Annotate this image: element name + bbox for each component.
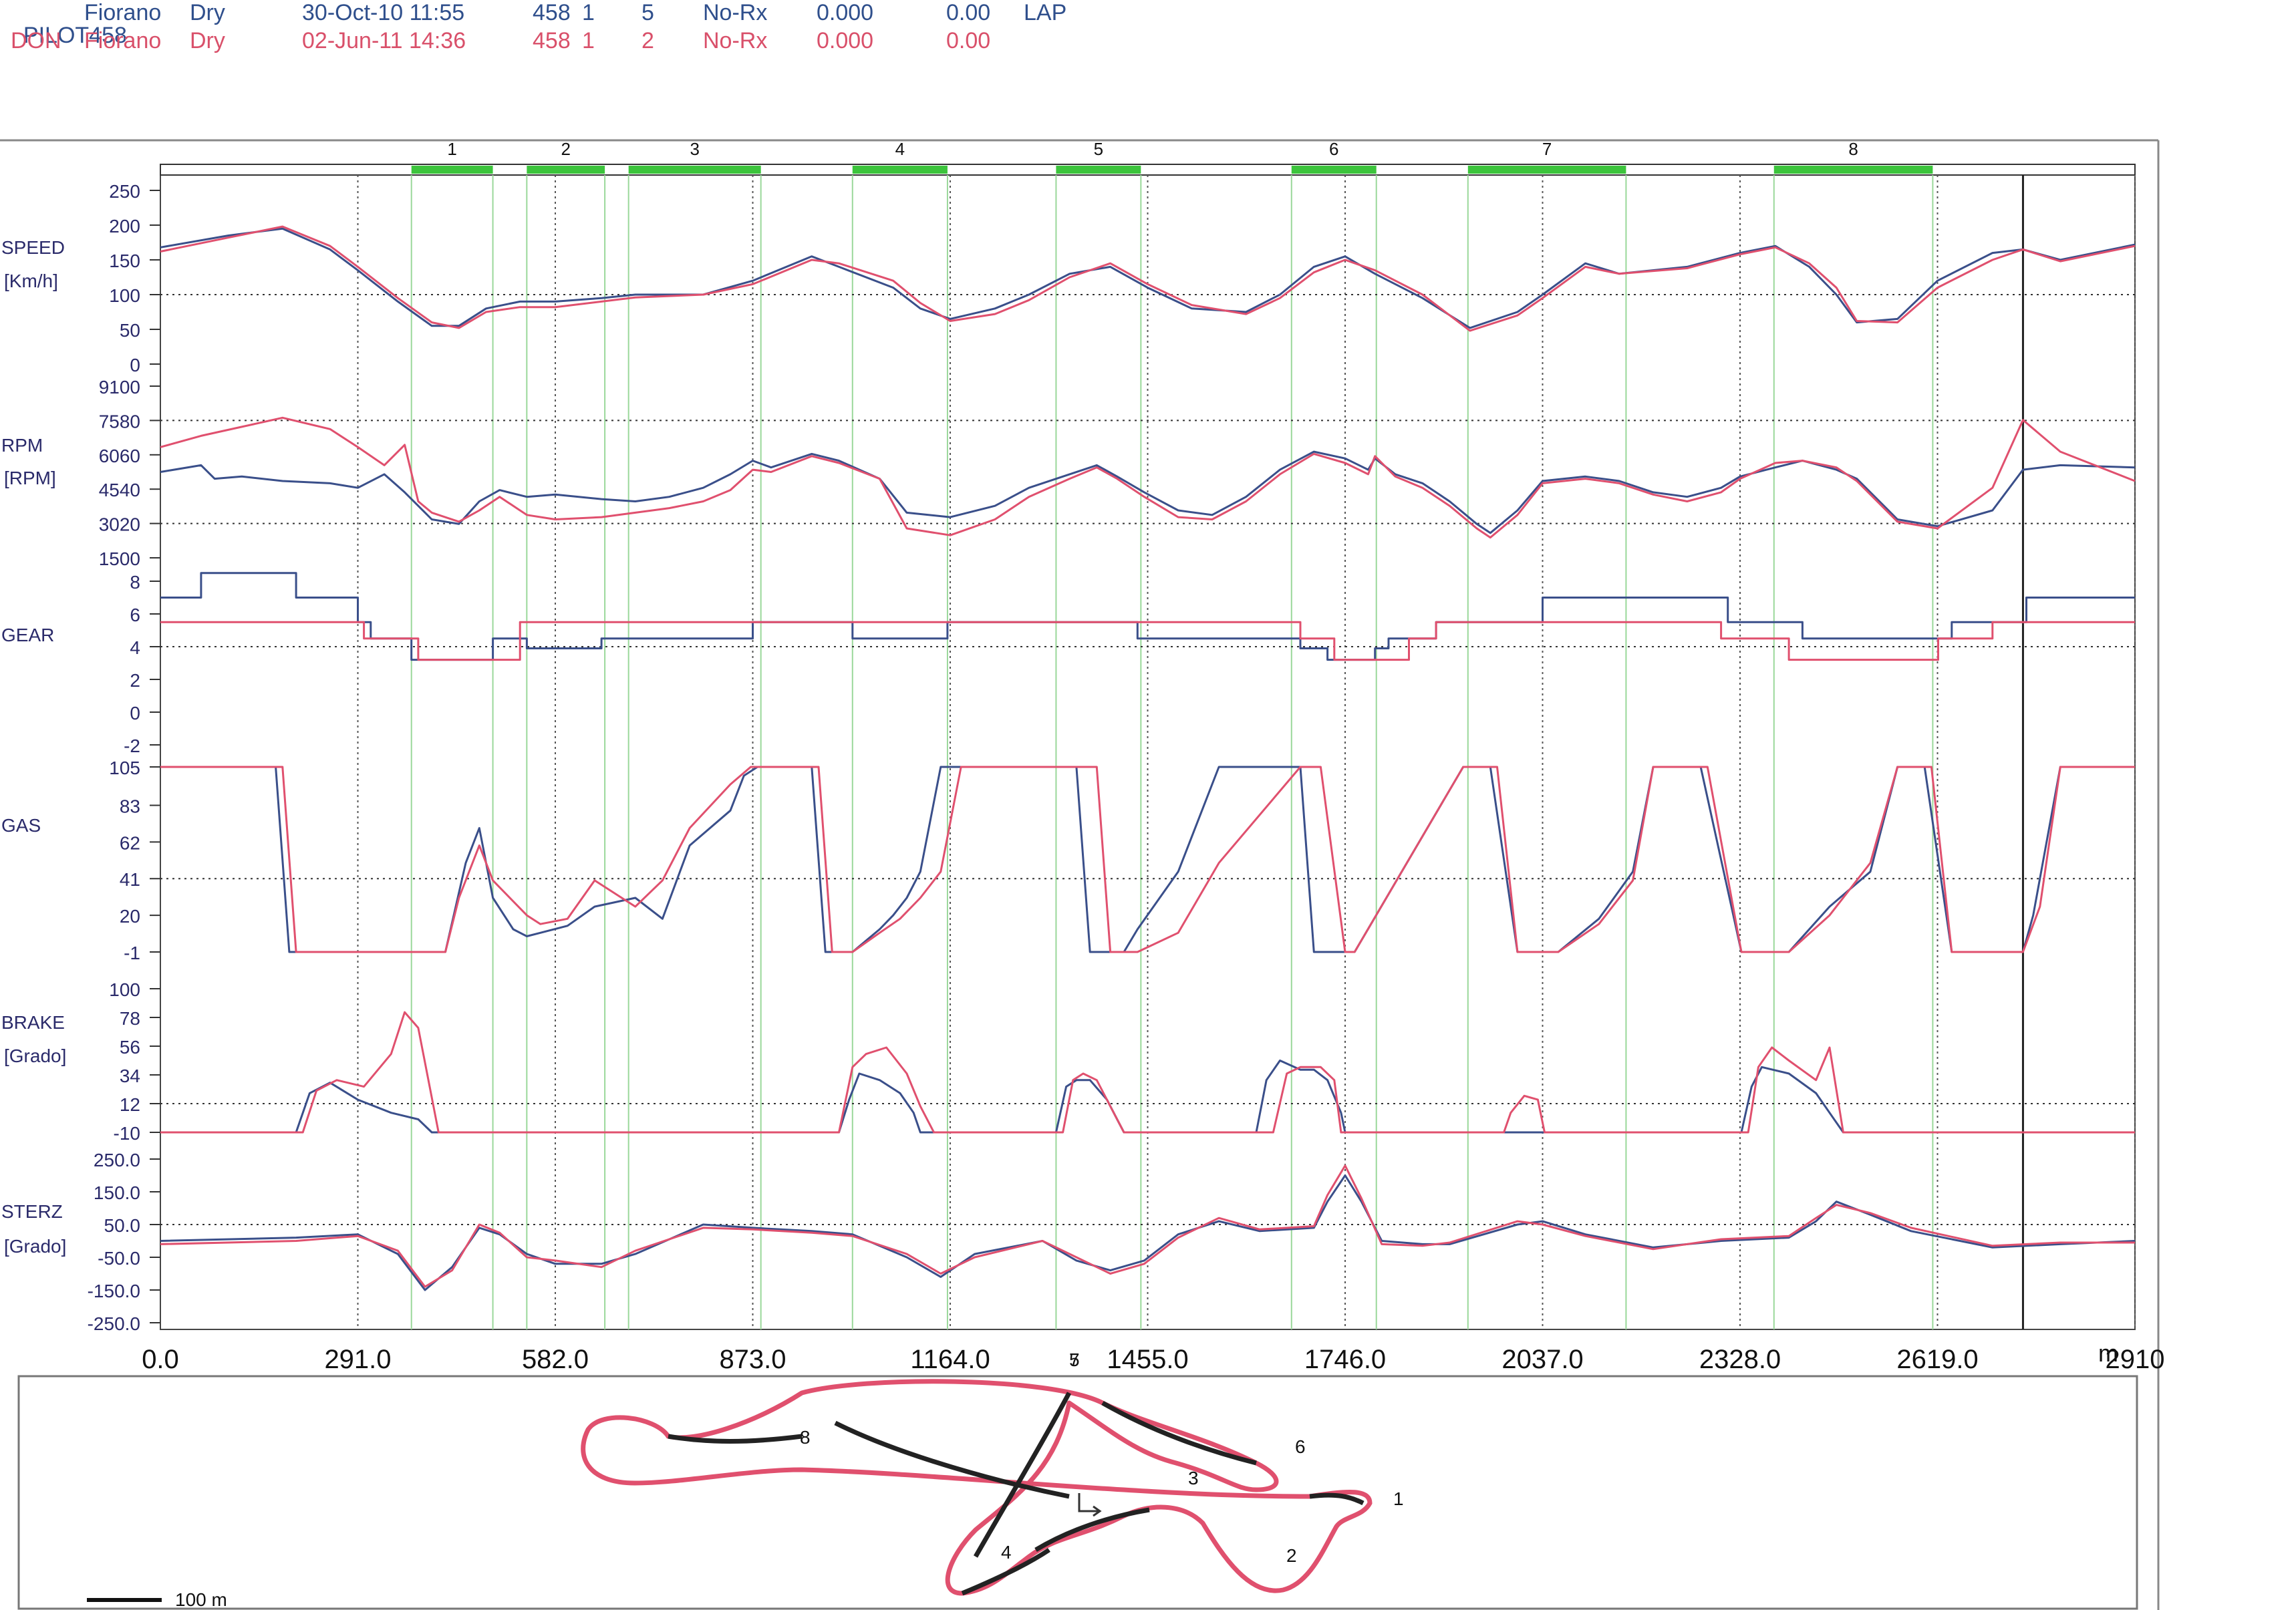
track-turn-label-2: 2 [1286, 1545, 1297, 1566]
x-tick-label: 873.0 [719, 1345, 786, 1374]
channel-unit-brake: [Grado] [4, 1045, 66, 1066]
x-tick-label: 2619.0 [1896, 1345, 1978, 1374]
y-tick-label-sterz: 250.0 [94, 1150, 140, 1170]
track-turn-label-1: 1 [1393, 1488, 1404, 1509]
y-tick-label-speed: 200 [109, 216, 140, 236]
y-tick-label-gear: 2 [130, 670, 140, 691]
y-tick-label-rpm: 4540 [99, 480, 140, 500]
y-tick-label-brake: 56 [120, 1037, 140, 1058]
y-tick-label-gear: 4 [130, 637, 140, 658]
x-axis-unit: m [2098, 1339, 2118, 1367]
segment-2 [527, 166, 605, 174]
y-tick-label-gear: 0 [130, 703, 140, 723]
channel-label-rpm: RPM [1, 435, 43, 456]
y-tick-label-gear: 8 [130, 572, 140, 593]
x-tick-label: 0.0 [142, 1345, 179, 1374]
y-tick-label-speed: 50 [120, 320, 140, 341]
segment-label-8: 8 [1848, 139, 1858, 159]
x-tick-label: 1164.0 [910, 1345, 990, 1374]
start-arrow-icon [1078, 1493, 1102, 1517]
y-tick-label-sterz: 50.0 [104, 1215, 141, 1236]
y-tick-label-speed: 100 [109, 285, 140, 306]
y-tick-label-speed: 0 [130, 355, 140, 375]
y-tick-label-rpm: 6060 [99, 446, 140, 466]
channel-unit-speed: [Km/h] [4, 271, 58, 291]
y-tick-label-gas: 83 [120, 796, 140, 816]
y-tick-label-brake: -10 [114, 1123, 140, 1144]
y-tick-label-gas: 105 [109, 758, 140, 778]
y-tick-label-rpm: 9100 [99, 377, 140, 397]
x-tick-label: 582.0 [522, 1345, 589, 1374]
x-tick-label: 1746.0 [1304, 1345, 1386, 1374]
y-tick-label-brake: 78 [120, 1008, 140, 1029]
segment-5 [1056, 166, 1141, 174]
segment-8 [1773, 166, 1933, 174]
track-map-circuit [581, 1379, 1373, 1596]
telemetry-chart: 1 2 3 4 5 6 7 8250200150100500SPEED[Km/h]910075… [0, 139, 2164, 1610]
y-tick-label-gas: 62 [120, 832, 140, 853]
y-tick-label-sterz: 150.0 [94, 1182, 140, 1203]
segment-7 [1467, 166, 1626, 174]
series-sterz-don [160, 1164, 2135, 1288]
series-sterz-pilot458 [160, 1174, 2136, 1291]
y-tick-label-brake: 100 [109, 979, 140, 1000]
y-tick-label-brake: 12 [120, 1094, 140, 1115]
track-map-crossover [973, 1392, 1072, 1558]
y-tick-label-gas: 41 [120, 869, 140, 890]
y-tick-label-rpm: 3020 [99, 514, 140, 535]
y-tick-label-sterz: -250.0 [88, 1313, 140, 1334]
x-tick-label: 2328.0 [1699, 1345, 1781, 1374]
y-tick-label-sterz: -50.0 [98, 1248, 140, 1269]
y-tick-label-brake: 34 [120, 1066, 140, 1086]
y-tick-label-gear: -2 [124, 736, 140, 756]
segment-4 [852, 166, 948, 174]
track-turn-label-3: 3 [1188, 1468, 1199, 1488]
segment-label-7: 7 [1542, 139, 1552, 159]
track-turn-label-4: 4 [1001, 1542, 1012, 1563]
segment-3 [628, 166, 761, 174]
y-tick-label-speed: 150 [109, 251, 140, 271]
channel-unit-sterz: [Grado] [4, 1236, 66, 1257]
x-tick-label: 1455.0 [1107, 1345, 1188, 1374]
channel-label-gear: GEAR [1, 625, 54, 645]
scale-label: 100 m [175, 1589, 227, 1610]
segment-label-6: 6 [1329, 139, 1338, 159]
track-turn-label-6: 6 [1295, 1436, 1306, 1457]
segment-label-4: 4 [895, 139, 905, 159]
y-tick-label-rpm: 1500 [99, 548, 140, 569]
y-tick-label-rpm: 7580 [99, 411, 140, 432]
channel-label-speed: SPEED [1, 237, 65, 258]
channel-label-brake: BRAKE [1, 1012, 65, 1033]
segment-label-5: 5 [1094, 139, 1103, 159]
y-tick-label-sterz: -150.0 [88, 1281, 140, 1301]
segment-label-2: 2 [561, 139, 571, 159]
y-tick-label-gas: -1 [124, 943, 140, 963]
x-tick-label: 291.0 [324, 1345, 391, 1374]
y-tick-label-gas: 20 [120, 906, 140, 927]
segment-6 [1291, 166, 1377, 174]
channel-label-sterz: STERZ [1, 1201, 63, 1222]
segment-1 [411, 166, 493, 174]
y-tick-label-gear: 6 [130, 605, 140, 625]
channel-unit-rpm: [RPM] [4, 468, 56, 488]
channel-label-gas: GAS [1, 815, 41, 836]
y-tick-label-speed: 250 [109, 181, 140, 202]
track-turn-label-7: 7 [1069, 1349, 1080, 1370]
series-rpm-don [160, 416, 2136, 539]
x-tick-label: 2037.0 [1501, 1345, 1583, 1374]
segment-label-1: 1 [447, 139, 456, 159]
segment-label-3: 3 [690, 139, 699, 159]
track-turn-label-8: 8 [800, 1427, 811, 1448]
